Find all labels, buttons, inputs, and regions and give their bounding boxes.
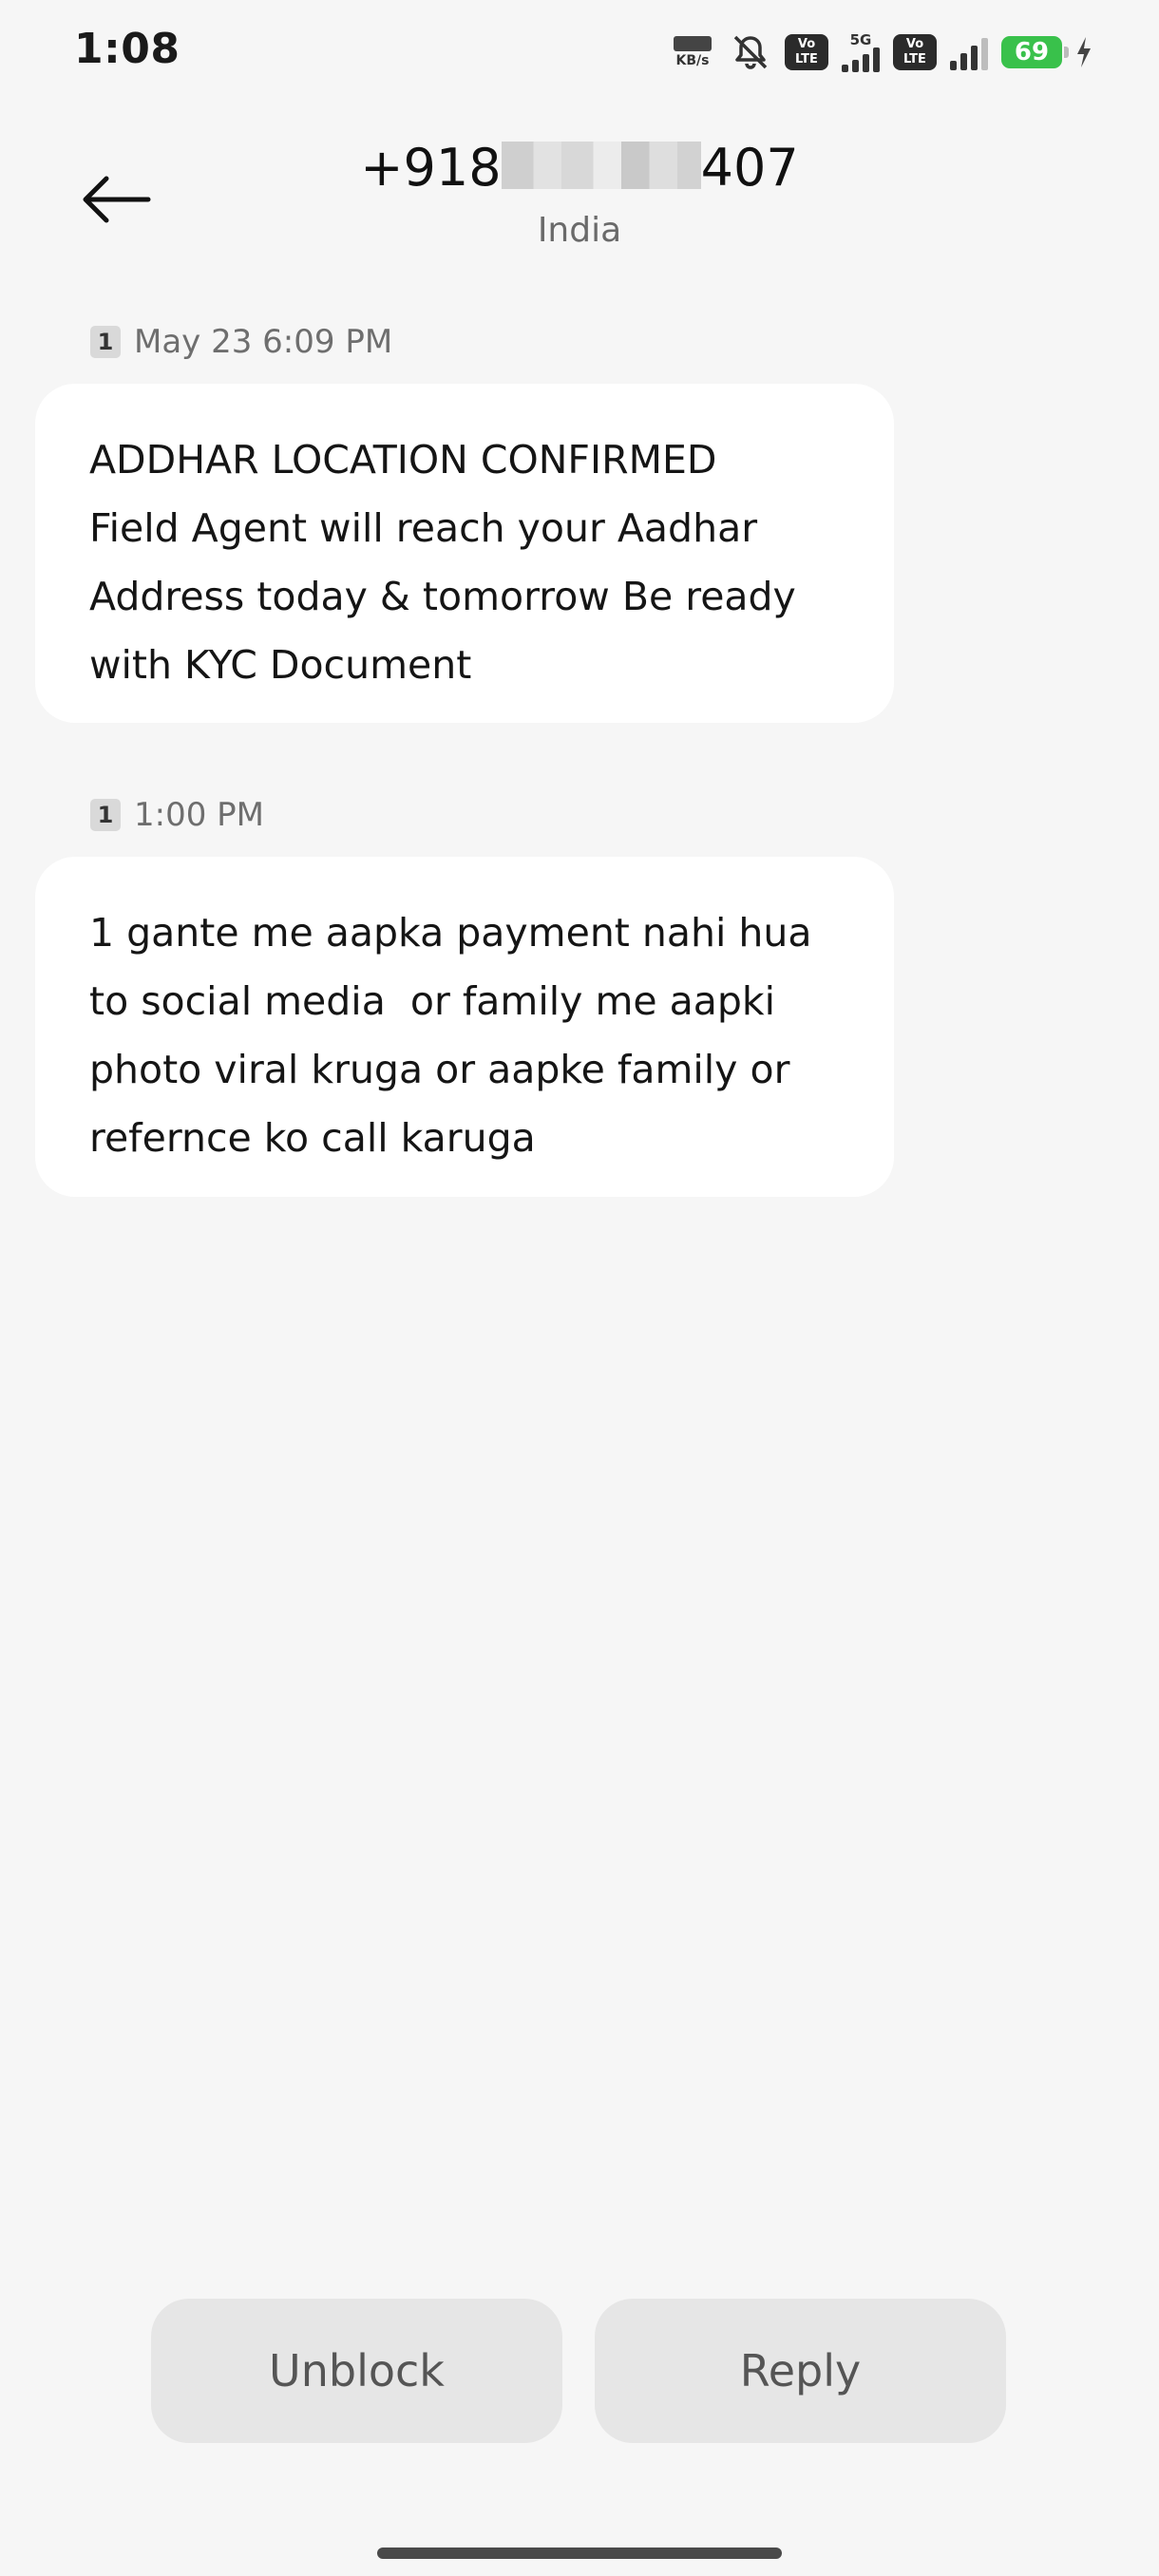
message-meta: 1 May 23 6:09 PM — [90, 323, 392, 361]
sim-badge: 1 — [90, 799, 121, 831]
bolt-icon — [1077, 37, 1091, 67]
volte-badge-2: Vo LTE — [893, 34, 937, 70]
contact-number-suffix: 407 — [700, 138, 799, 198]
redacted-digits — [501, 142, 701, 189]
home-indicator[interactable] — [377, 2548, 782, 2559]
sim-badge: 1 — [90, 326, 121, 358]
signal-strength-icon — [842, 47, 880, 72]
network-speed-unit: KB/s — [675, 53, 710, 68]
contact-number-prefix: +918 — [360, 138, 502, 198]
message-timestamp: 1:00 PM — [134, 796, 264, 834]
unblock-button[interactable]: Unblock — [151, 2299, 562, 2443]
status-time: 1:08 — [74, 25, 180, 73]
reply-button[interactable]: Reply — [595, 2299, 1006, 2443]
bell-off-icon — [733, 35, 768, 69]
message-timestamp: May 23 6:09 PM — [134, 323, 393, 361]
message-bubble[interactable]: 1 gante me aapka payment nahi hua to soc… — [35, 857, 894, 1197]
status-icons: KB/s Vo LTE 5G Vo LTE 69 — [669, 28, 1092, 76]
network-type-label: 5G — [849, 31, 872, 48]
contact-country: India — [537, 211, 622, 250]
message-thread-screen: 1:08 KB/s Vo LTE 5G Vo LTE 69 +918 407 I… — [0, 0, 1159, 2576]
message-bubble[interactable]: ADDHAR LOCATION CONFIRMED Field Agent wi… — [35, 384, 894, 723]
network-5g-indicator: 5G — [842, 32, 880, 72]
contact-number: +918 407 — [0, 138, 1159, 198]
battery-indicator: 69 — [1001, 36, 1069, 68]
battery-level: 69 — [1014, 38, 1050, 66]
message-meta: 1 1:00 PM — [90, 796, 264, 834]
network-speed-value — [674, 36, 712, 51]
signal-strength-icon-2 — [950, 34, 988, 70]
volte-badge-1: Vo LTE — [785, 34, 828, 70]
network-speed-indicator: KB/s — [669, 36, 716, 68]
status-bar: 1:08 KB/s Vo LTE 5G Vo LTE 69 — [0, 0, 1159, 104]
